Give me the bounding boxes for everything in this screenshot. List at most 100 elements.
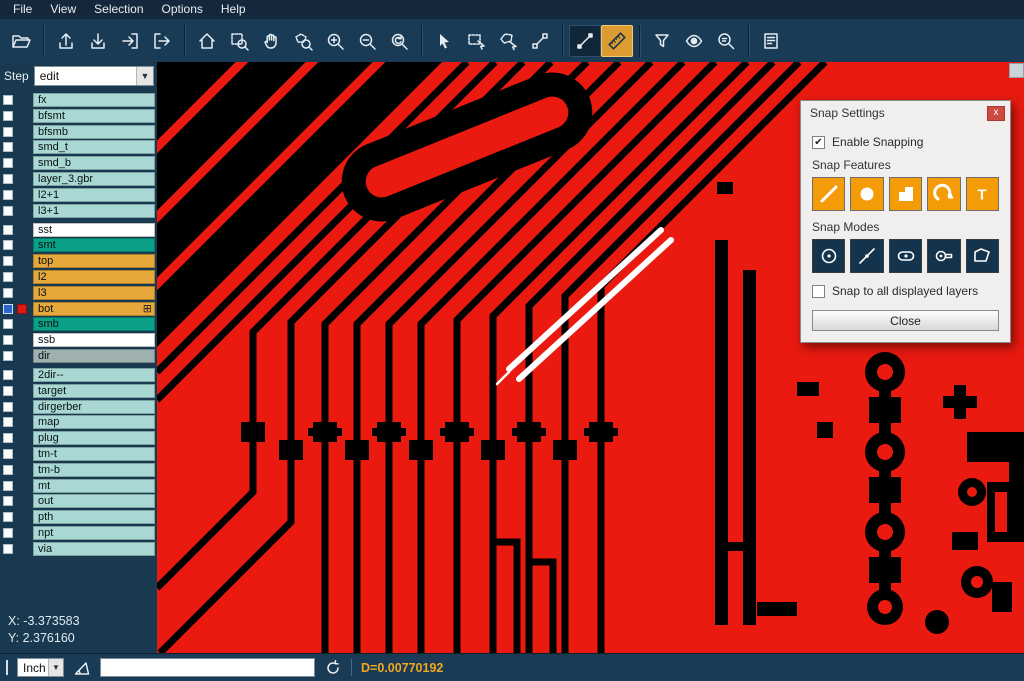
enable-snapping-row[interactable]: Enable Snapping	[812, 135, 999, 149]
snap-dialog-close-button[interactable]: Close	[812, 310, 999, 331]
filter-button[interactable]	[646, 25, 678, 57]
layer-name[interactable]: smd_t	[33, 140, 155, 154]
canvas-corner-button[interactable]	[1009, 63, 1024, 78]
layer-name[interactable]: via	[33, 542, 155, 556]
zoom-out-button[interactable]	[351, 25, 383, 57]
layer-name[interactable]: smb	[33, 317, 155, 331]
snap-feature-text-button[interactable]: T	[966, 177, 999, 211]
layer-row[interactable]: l2+1	[3, 188, 157, 202]
layer-row[interactable]: tm-t	[3, 447, 157, 461]
layer-visibility-checkbox[interactable]	[3, 288, 13, 298]
menu-options[interactable]: Options	[153, 0, 212, 19]
ruler-tool-button[interactable]	[601, 25, 633, 57]
command-input[interactable]	[100, 658, 315, 677]
layer-visibility-checkbox[interactable]	[3, 370, 13, 380]
layer-row[interactable]: bfsmb	[3, 125, 157, 139]
import-button[interactable]	[114, 25, 146, 57]
layer-row[interactable]: l3	[3, 286, 157, 300]
layer-name[interactable]: top	[33, 254, 155, 268]
step-dropdown[interactable]: edit ▼	[34, 66, 154, 86]
snap-all-layers-row[interactable]: Snap to all displayed layers	[812, 284, 999, 298]
layer-name[interactable]: sst	[33, 223, 155, 237]
layer-name[interactable]: pth	[33, 510, 155, 524]
layer-visibility-checkbox[interactable]	[3, 351, 13, 361]
zoom-in-button[interactable]	[319, 25, 351, 57]
layer-visibility-checkbox[interactable]	[3, 272, 13, 282]
export-button[interactable]	[146, 25, 178, 57]
layer-row[interactable]: dir	[3, 349, 157, 363]
layer-visibility-checkbox[interactable]	[3, 386, 13, 396]
menu-file[interactable]: File	[4, 0, 41, 19]
layer-visibility-checkbox[interactable]	[3, 158, 13, 168]
layer-name[interactable]: l3+1	[33, 204, 155, 218]
layer-name[interactable]: npt	[33, 526, 155, 540]
layer-row[interactable]: smt	[3, 238, 157, 252]
layer-visibility-checkbox[interactable]	[3, 174, 13, 184]
layer-row[interactable]: tm-b	[3, 463, 157, 477]
layer-name[interactable]: 2dir--	[33, 368, 155, 382]
snap-all-layers-checkbox[interactable]	[812, 285, 825, 298]
layer-name[interactable]: fx	[33, 93, 155, 107]
enable-snapping-checkbox[interactable]	[812, 136, 825, 149]
layer-row[interactable]: smb	[3, 317, 157, 331]
layer-visibility-checkbox[interactable]	[3, 335, 13, 345]
layer-visibility-checkbox[interactable]	[3, 402, 13, 412]
layer-visibility-checkbox[interactable]	[3, 449, 13, 459]
chevron-down-icon[interactable]: ▼	[136, 67, 153, 85]
layer-row[interactable]: l2	[3, 270, 157, 284]
zoom-window-button[interactable]	[223, 25, 255, 57]
layer-name[interactable]: tm-b	[33, 463, 155, 477]
snap-mode-line-point-button[interactable]	[850, 239, 883, 273]
snap-feature-arc-button[interactable]	[927, 177, 960, 211]
menu-selection[interactable]: Selection	[85, 0, 152, 19]
layer-visibility-checkbox[interactable]	[3, 417, 13, 427]
layer-name[interactable]: layer_3.gbr	[33, 172, 155, 186]
layer-visibility-checkbox[interactable]	[3, 111, 13, 121]
snap-dialog-titlebar[interactable]: Snap Settings x	[801, 101, 1010, 125]
layer-row[interactable]: via	[3, 542, 157, 556]
layer-visibility-checkbox[interactable]	[3, 304, 13, 314]
download-job-button[interactable]	[82, 25, 114, 57]
layer-name[interactable]: map	[33, 415, 155, 429]
pcb-canvas[interactable]: Snap Settings x Enable Snapping Snap Fea…	[157, 62, 1024, 653]
layer-row[interactable]: target	[3, 384, 157, 398]
layer-row[interactable]: out	[3, 494, 157, 508]
snap-mode-center-button[interactable]	[812, 239, 845, 273]
layer-name[interactable]: dirgerber	[33, 400, 155, 414]
layer-row[interactable]: bot⊞	[3, 302, 157, 316]
line-tool-button[interactable]	[569, 25, 601, 57]
layer-row[interactable]: top	[3, 254, 157, 268]
layer-visibility-checkbox[interactable]	[3, 512, 13, 522]
zoom-previous-button[interactable]	[383, 25, 415, 57]
layer-row[interactable]: 2dir--	[3, 368, 157, 382]
layer-name[interactable]: l3	[33, 286, 155, 300]
open-folder-button[interactable]	[5, 25, 37, 57]
unit-dropdown[interactable]: Inch ▼	[17, 658, 64, 677]
layer-visibility-checkbox[interactable]	[3, 127, 13, 137]
layer-row[interactable]: pth	[3, 510, 157, 524]
find-button[interactable]	[710, 25, 742, 57]
measure-points-button[interactable]	[524, 25, 556, 57]
layer-row[interactable]: l3+1	[3, 204, 157, 218]
grid-icon[interactable]: ⊞	[143, 303, 152, 316]
layer-visibility-checkbox[interactable]	[3, 142, 13, 152]
close-icon[interactable]: x	[987, 106, 1005, 121]
layer-visibility-checkbox[interactable]	[3, 225, 13, 235]
angle-tool-icon[interactable]	[73, 659, 91, 677]
home-button[interactable]	[191, 25, 223, 57]
layer-visibility-checkbox[interactable]	[3, 481, 13, 491]
snap-mode-slot-button[interactable]	[889, 239, 922, 273]
layer-name[interactable]: mt	[33, 479, 155, 493]
layer-name[interactable]: ssb	[33, 333, 155, 347]
layer-row[interactable]: bfsmt	[3, 109, 157, 123]
layer-visibility-checkbox[interactable]	[3, 190, 13, 200]
layer-row[interactable]: mt	[3, 479, 157, 493]
layer-name[interactable]: bot⊞	[33, 302, 155, 316]
layer-name[interactable]: l2+1	[33, 188, 155, 202]
layer-name[interactable]: tm-t	[33, 447, 155, 461]
layer-visibility-checkbox[interactable]	[3, 95, 13, 105]
menu-view[interactable]: View	[41, 0, 85, 19]
layer-row[interactable]: smd_b	[3, 156, 157, 170]
refresh-icon[interactable]	[324, 659, 342, 677]
report-button[interactable]	[755, 25, 787, 57]
